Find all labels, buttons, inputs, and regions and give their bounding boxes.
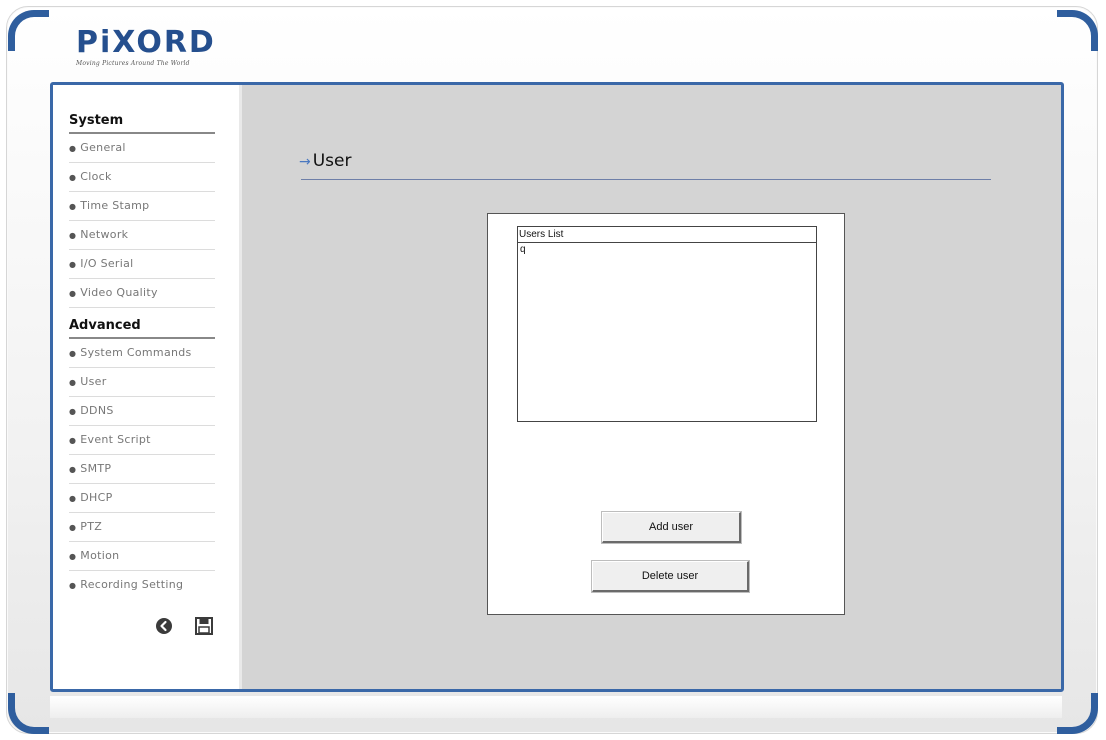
- add-user-button[interactable]: Add user: [602, 512, 741, 543]
- sidebar-item-label: Time Stamp: [80, 199, 150, 212]
- pixord-logo: PiXORD Moving Pictures Around The World: [76, 25, 216, 68]
- user-management-box: Users List q Add user Delete user: [487, 213, 845, 615]
- bullet-icon: ●: [69, 436, 77, 445]
- sidebar-item-label: DHCP: [80, 491, 113, 504]
- sidebar-item-label: DDNS: [80, 404, 114, 417]
- sidebar-item-label: System Commands: [80, 346, 192, 359]
- sidebar-item-io-serial[interactable]: ● I/O Serial: [69, 250, 215, 279]
- page-title: → User: [299, 151, 351, 171]
- sidebar-item-smtp[interactable]: ● SMTP: [69, 455, 215, 484]
- title-divider: [301, 179, 991, 180]
- sidebar-item-label: Network: [80, 228, 129, 241]
- sidebar-heading-system: System: [69, 113, 215, 134]
- bullet-icon: ●: [69, 231, 77, 240]
- sidebar-item-dhcp[interactable]: ● DHCP: [69, 484, 215, 513]
- sidebar-item-label: User: [80, 375, 107, 388]
- sidebar-item-label: Recording Setting: [80, 578, 184, 591]
- delete-user-button[interactable]: Delete user: [592, 561, 749, 592]
- bullet-icon: ●: [69, 494, 77, 503]
- main-panel: System ● General ● Clock ● Time Stamp ● Netw…: [50, 82, 1064, 692]
- sidebar-item-label: General: [80, 141, 126, 154]
- sidebar-item-time-stamp[interactable]: ● Time Stamp: [69, 192, 215, 221]
- sidebar-item-recording-setting[interactable]: ● Recording Setting: [69, 571, 215, 599]
- sidebar-item-ddns[interactable]: ● DDNS: [69, 397, 215, 426]
- bullet-icon: ●: [69, 202, 77, 211]
- bullet-icon: ●: [69, 407, 77, 416]
- bullet-icon: ●: [69, 349, 77, 358]
- sidebar-item-system-commands[interactable]: ● System Commands: [69, 339, 215, 368]
- sidebar-tools: [155, 617, 231, 640]
- sidebar-item-label: PTZ: [80, 520, 103, 533]
- sidebar-item-video-quality[interactable]: ● Video Quality: [69, 279, 215, 308]
- bullet-icon: ●: [69, 289, 77, 298]
- bullet-icon: ●: [69, 173, 77, 182]
- sidebar: System ● General ● Clock ● Time Stamp ● Netw…: [53, 85, 242, 689]
- sidebar-item-label: I/O Serial: [80, 257, 134, 270]
- bullet-icon: ●: [69, 260, 77, 269]
- users-list[interactable]: Users List q: [517, 226, 817, 422]
- bottom-strip: [50, 696, 1062, 718]
- sidebar-item-event-script[interactable]: ● Event Script: [69, 426, 215, 455]
- bullet-icon: ●: [69, 552, 77, 561]
- arrow-right-icon: →: [299, 154, 311, 170]
- sidebar-item-label: SMTP: [80, 462, 112, 475]
- sidebar-item-motion[interactable]: ● Motion: [69, 542, 215, 571]
- back-circle-icon[interactable]: [155, 617, 173, 640]
- sidebar-item-label: Video Quality: [80, 286, 158, 299]
- sidebar-item-user[interactable]: ● User: [69, 368, 215, 397]
- sidebar-item-network[interactable]: ● Network: [69, 221, 215, 250]
- sidebar-item-ptz[interactable]: ● PTZ: [69, 513, 215, 542]
- page-title-text: User: [312, 151, 352, 171]
- bullet-icon: ●: [69, 378, 77, 387]
- bullet-icon: ●: [69, 523, 77, 532]
- users-list-header: Users List: [518, 227, 816, 243]
- logo-tagline: Moving Pictures Around The World: [76, 60, 190, 67]
- bullet-icon: ●: [69, 581, 77, 590]
- bullet-icon: ●: [69, 144, 77, 153]
- sidebar-item-label: Event Script: [80, 433, 151, 446]
- floppy-save-icon[interactable]: [195, 617, 214, 640]
- sidebar-item-label: Clock: [80, 170, 112, 183]
- bullet-icon: ●: [69, 465, 77, 474]
- logo-text: PiXORD: [76, 25, 216, 60]
- frame-corner-bottom-right: [1057, 693, 1098, 734]
- sidebar-item-general[interactable]: ● General: [69, 134, 215, 163]
- sidebar-item-label: Motion: [80, 549, 120, 562]
- sidebar-heading-advanced: Advanced: [69, 318, 215, 339]
- sidebar-item-clock[interactable]: ● Clock: [69, 163, 215, 192]
- list-item[interactable]: q: [518, 243, 816, 256]
